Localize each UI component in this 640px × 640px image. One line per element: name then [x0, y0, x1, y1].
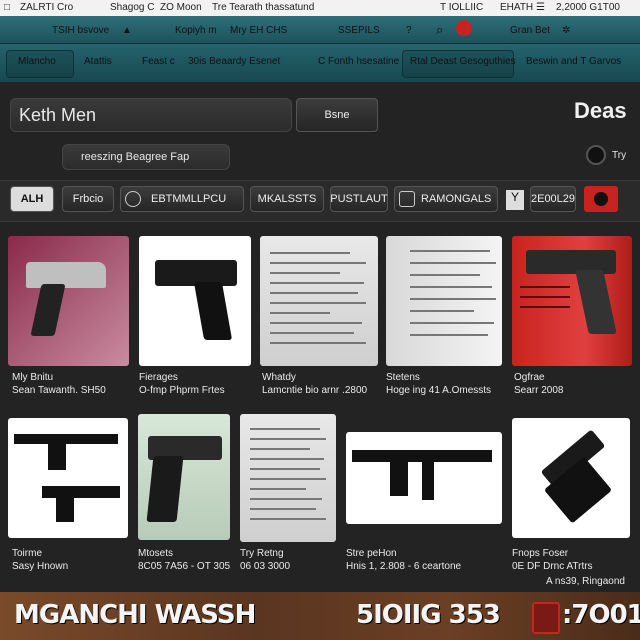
- product-card-5[interactable]: [512, 236, 632, 366]
- footer-logo-icon: [532, 602, 560, 634]
- pistol-slide: [26, 262, 106, 288]
- rifle-barrel: [14, 434, 118, 444]
- product-5-name[interactable]: Ogfrae: [514, 372, 545, 383]
- product-card-9[interactable]: [346, 432, 502, 524]
- product-card-4[interactable]: [386, 236, 502, 366]
- app-title: ZALRTI Cro: [20, 2, 74, 13]
- product-card-2[interactable]: [139, 236, 251, 366]
- price-filter[interactable]: 2E00L29: [530, 186, 576, 212]
- footer-banner: MGANCHI WASSH 5IOIIG 353 :7O01: [0, 592, 640, 640]
- toggle-label: Try: [612, 150, 627, 161]
- filter-1[interactable]: Frbcio: [62, 186, 114, 212]
- product-8-name[interactable]: Try Retng: [240, 548, 284, 559]
- top-link-4[interactable]: T IOLLIIC: [440, 2, 483, 13]
- footer-brand: MGANCHI WASSH: [14, 600, 256, 630]
- product-7-price: 8C05 7A56 - OT 305: [138, 561, 231, 572]
- product-10-name[interactable]: Fnops Foser: [512, 548, 568, 559]
- product-8-price: 06 03 3000: [240, 561, 291, 572]
- product-9-price: Hnis 1, 2.808 - 6 ceartone: [346, 561, 462, 572]
- product-6-name[interactable]: Toirme: [12, 548, 42, 559]
- product-3-name[interactable]: Whatdy: [262, 372, 296, 383]
- tab-6[interactable]: Rtal Deast Gesoguthies: [410, 56, 516, 67]
- product-10-price: 0E DF Drnc ATrtrs: [512, 561, 593, 572]
- category-nav: Mlancho Atattis Feast c 30is Beaardy Ese…: [0, 44, 640, 82]
- filter-2[interactable]: EBTMMLLPCU: [120, 186, 244, 212]
- product-card-3[interactable]: [260, 236, 378, 366]
- primary-nav: TSIH bsvove ▲ Kopiyh m Mry EH CHS SSEPIL…: [0, 16, 640, 44]
- product-6-price: Sasy Hnown: [12, 561, 69, 572]
- tab-1[interactable]: Mlancho: [18, 56, 56, 67]
- tab-3[interactable]: Feast c: [142, 56, 175, 67]
- pistol-grip: [193, 282, 233, 340]
- toggle-icon[interactable]: [586, 145, 606, 165]
- product-2-name[interactable]: Fierages: [139, 372, 178, 383]
- product-4-price: Hoge ing 41 A.Omessts: [386, 385, 492, 396]
- tab-2[interactable]: Atattis: [84, 56, 112, 67]
- product-9-name[interactable]: Stre peHon: [346, 548, 397, 559]
- tab-5[interactable]: C Fonth hsesatine: [318, 56, 399, 67]
- product-card-10[interactable]: [512, 418, 630, 538]
- search-input[interactable]: Keth Men: [10, 98, 292, 132]
- filter-5-icon: [399, 191, 415, 207]
- cocktail-icon[interactable]: Y: [506, 190, 524, 210]
- pistol-grip: [575, 270, 617, 334]
- product-card-1[interactable]: [8, 236, 129, 366]
- top-link-5[interactable]: EHATH: [500, 2, 533, 13]
- rifle-grip: [48, 442, 66, 470]
- cart-icon[interactable]: ▲: [122, 25, 132, 36]
- filter-badge[interactable]: ALH: [10, 186, 54, 212]
- cart-icon-dot: [594, 192, 608, 206]
- search-button[interactable]: Bsne: [296, 98, 378, 132]
- product-4-name[interactable]: Stetens: [386, 372, 420, 383]
- filter-4[interactable]: PUSTLAUT: [330, 186, 388, 212]
- footer-code: :7O01: [562, 600, 640, 630]
- pistol-grip: [56, 496, 74, 522]
- product-2-price: O-fmp Phprm Frtes: [139, 385, 225, 396]
- product-card-8[interactable]: [240, 414, 336, 542]
- product-card-7[interactable]: [138, 414, 230, 540]
- account-label[interactable]: Gran Bet: [510, 25, 550, 36]
- footer-phone: 5IOIIG 353: [356, 600, 501, 630]
- top-status-bar: □ ZALRTI Cro Shagog C ZO Moon Tre Tearat…: [0, 0, 640, 16]
- deals-heading: Deas: [574, 98, 627, 123]
- tab-4[interactable]: 30is Beaardy Esenet: [188, 56, 280, 67]
- product-1-price: Sean Tawanth. SH50: [12, 385, 106, 396]
- filter-3[interactable]: MKALSSTS: [250, 186, 324, 212]
- top-balance: 2,2000 G1T00: [556, 2, 620, 13]
- footnote: A ns39, Ringaond: [546, 576, 625, 587]
- top-link-3[interactable]: Tre Tearath thassatund: [212, 2, 314, 13]
- pistol-grip: [146, 456, 184, 522]
- product-1-name[interactable]: Mly Bnitu: [12, 372, 53, 383]
- menu-icon[interactable]: ☰: [536, 2, 545, 13]
- pistol-slide: [42, 486, 120, 498]
- cart-button[interactable]: [584, 186, 618, 212]
- product-5-price: Searr 2008: [514, 385, 564, 396]
- product-7-name[interactable]: Mtosets: [138, 548, 173, 559]
- filter-5[interactable]: RAMONGALS: [394, 186, 498, 212]
- settings-icon[interactable]: ✲: [562, 25, 570, 36]
- product-card-6[interactable]: [8, 418, 128, 538]
- nav-item-3[interactable]: Mry EH CHS: [230, 25, 287, 36]
- rifle-mag: [422, 460, 434, 500]
- filter-5-label: RAMONGALS: [421, 193, 492, 205]
- top-link-1[interactable]: Shagog C: [110, 2, 154, 13]
- top-link-2[interactable]: ZO Moon: [160, 2, 202, 13]
- sub-search-input[interactable]: reeszing Beagree Fap: [62, 144, 230, 170]
- filter-2-icon: [125, 191, 141, 207]
- nav-item-4[interactable]: SSEPILS: [338, 25, 380, 36]
- filter-2-label: EBTMMLLPCU: [151, 193, 227, 205]
- pistol-grip: [30, 284, 66, 336]
- window-icon: □: [4, 2, 11, 13]
- alert-icon[interactable]: [456, 20, 472, 36]
- nav-item-2[interactable]: Kopiyh m: [175, 25, 217, 36]
- nav-item-1[interactable]: TSIH bsvove: [52, 25, 109, 36]
- help-icon[interactable]: ?: [406, 25, 412, 36]
- rifle-grip: [390, 460, 408, 496]
- product-3-price: Lamcntie bio arnr .2800: [262, 385, 368, 396]
- link-icon[interactable]: ⌕: [436, 22, 443, 38]
- tab-7[interactable]: Beswin and T Garvos: [526, 56, 621, 67]
